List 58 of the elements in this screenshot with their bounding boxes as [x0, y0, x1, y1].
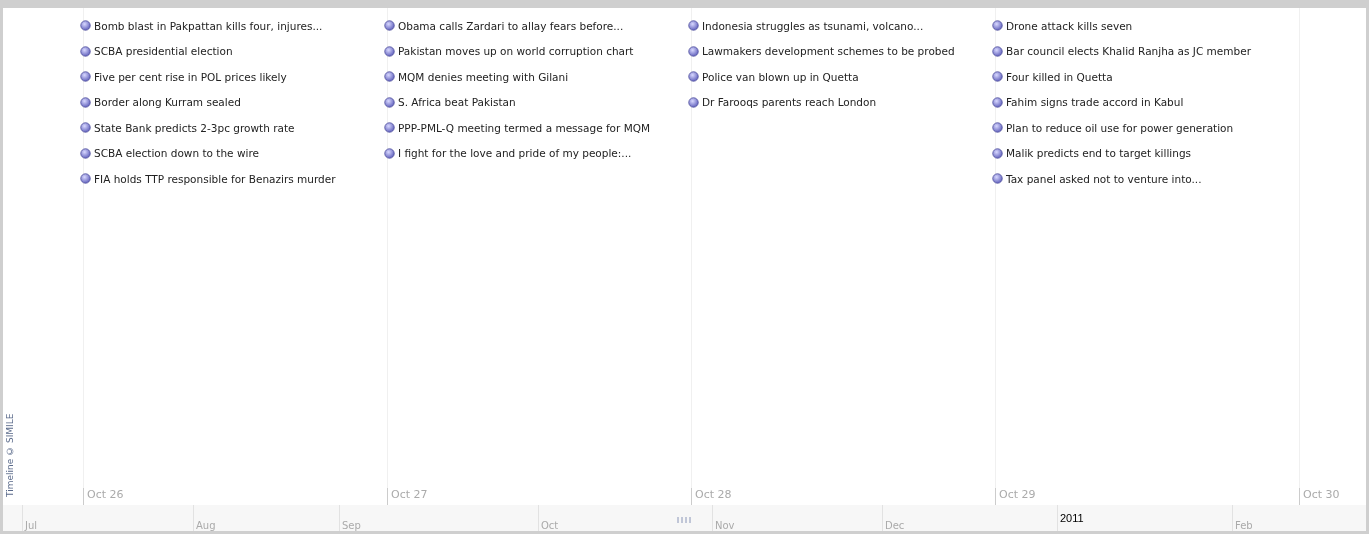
- event-dot-icon: [992, 71, 1003, 83]
- event-title[interactable]: Bar council elects Khalid Ranjha as JC member: [1006, 45, 1251, 58]
- event-dot-icon: [992, 45, 1003, 57]
- event-title[interactable]: Malik predicts end to target killings: [1006, 147, 1192, 160]
- event-dot-icon: [688, 71, 699, 83]
- event-title[interactable]: SCBA election down to the wire: [94, 147, 259, 160]
- event-title[interactable]: FIA holds TTP responsible for Benazirs murder: [94, 172, 336, 185]
- band-marker-icon[interactable]: [677, 516, 691, 524]
- event-dot-icon: [992, 147, 1003, 159]
- event-dot-icon: [384, 96, 395, 108]
- event-dot-icon: [992, 20, 1003, 32]
- event-title[interactable]: MQM denies meeting with Gilani: [398, 70, 569, 83]
- month-label: Feb: [1234, 520, 1253, 531]
- event-title[interactable]: State Bank predicts 2-3pc growth rate: [94, 121, 295, 134]
- event-dot-icon: [688, 96, 699, 108]
- event-dot-icon: [384, 71, 395, 83]
- event-title[interactable]: PPP-PML-Q meeting termed a message for MQM: [398, 121, 651, 134]
- event-title[interactable]: Police van blown up in Quetta: [702, 70, 859, 83]
- event-dot-icon: [80, 173, 91, 185]
- event-title[interactable]: I fight for the love and pride of my people:...: [398, 147, 632, 160]
- event-title[interactable]: Fahim signs trade accord in Kabul: [1006, 96, 1184, 109]
- month-label: Sep: [341, 520, 361, 531]
- month-label: Jul: [23, 520, 38, 531]
- event-title[interactable]: Four killed in Quetta: [1006, 70, 1113, 83]
- event-title[interactable]: Pakistan moves up on world corruption chart: [398, 45, 634, 58]
- event-dot-icon: [80, 96, 91, 108]
- month-label: Aug: [195, 520, 216, 531]
- event-dot-icon: [992, 96, 1003, 108]
- event-dot-icon: [80, 147, 91, 159]
- event-title[interactable]: Obama calls Zardari to allay fears before...: [398, 19, 624, 32]
- event-title[interactable]: Five per cent rise in POL prices likely: [94, 70, 287, 83]
- event-dot-icon: [384, 122, 395, 134]
- event-dot-icon: [992, 122, 1003, 134]
- event-dot-icon: [992, 173, 1003, 185]
- event-dot-icon: [80, 20, 91, 32]
- event-title[interactable]: Tax panel asked not to venture into...: [1006, 172, 1202, 185]
- event-title[interactable]: SCBA presidential election: [94, 45, 233, 58]
- event-title[interactable]: Bomb blast in Pakpattan kills four, injures...: [94, 19, 323, 32]
- month-label: Oct: [540, 520, 559, 531]
- event-title[interactable]: Indonesia struggles as tsunami, volcano...: [702, 19, 924, 32]
- month-label: Dec: [884, 520, 905, 531]
- event-dot-icon: [384, 45, 395, 57]
- event-title[interactable]: Drone attack kills seven: [1006, 19, 1133, 32]
- event-title[interactable]: Dr Farooqs parents reach London: [702, 96, 877, 109]
- event-dot-icon: [688, 20, 699, 32]
- event-title[interactable]: Plan to reduce oil use for power generation: [1006, 121, 1234, 134]
- event-dot-icon: [80, 122, 91, 134]
- month-label: Nov: [714, 520, 735, 531]
- event-title[interactable]: Border along Kurram sealed: [94, 96, 241, 109]
- year-label: 2011: [1059, 512, 1084, 524]
- event-dot-icon: [384, 147, 395, 159]
- event-dot-icon: [80, 45, 91, 57]
- event-title[interactable]: S. Africa beat Pakistan: [398, 96, 516, 109]
- event-dot-icon: [80, 71, 91, 83]
- credit-text: Timeline © SIMILE: [4, 412, 16, 500]
- event-title[interactable]: Lawmakers development schemes to be probed: [702, 45, 955, 58]
- event-dot-icon: [384, 20, 395, 32]
- event-dot-icon: [688, 45, 699, 57]
